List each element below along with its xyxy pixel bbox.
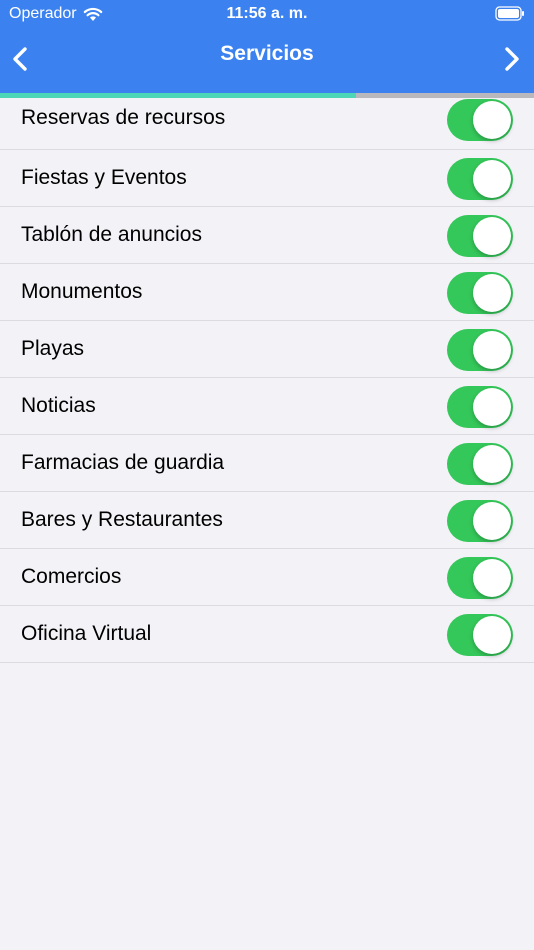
toggle-knob: [473, 559, 511, 597]
service-label: Bares y Restaurantes: [21, 508, 223, 531]
list-item: Oficina Virtual: [0, 606, 534, 663]
services-list: Reservas de recursos Fiestas y Eventos Tab…: [0, 93, 534, 663]
list-item: Bares y Restaurantes: [0, 492, 534, 549]
list-item: Monumentos: [0, 264, 534, 321]
service-label: Noticias: [21, 394, 96, 417]
toggle-knob: [473, 388, 511, 426]
forward-button[interactable]: [498, 44, 526, 78]
service-label: Fiestas y Eventos: [21, 166, 187, 189]
service-toggle[interactable]: [447, 443, 513, 485]
toggle-knob: [473, 217, 511, 255]
service-label: Reservas de recursos: [21, 106, 226, 129]
service-toggle[interactable]: [447, 614, 513, 656]
battery-icon: [495, 6, 525, 21]
list-item: Tablón de anuncios: [0, 207, 534, 264]
service-toggle[interactable]: [447, 386, 513, 428]
chevron-right-icon: [503, 46, 521, 77]
list-item: Playas: [0, 321, 534, 378]
status-time: 11:56 a. m.: [226, 5, 308, 22]
toggle-knob: [473, 160, 511, 198]
service-label: Tablón de anuncios: [21, 223, 202, 246]
toggle-knob: [473, 502, 511, 540]
service-label: Playas: [21, 337, 85, 360]
page-title: Servicios: [220, 42, 314, 65]
service-toggle[interactable]: [447, 557, 513, 599]
toggle-knob: [473, 616, 511, 654]
toggle-knob: [473, 274, 511, 312]
service-toggle[interactable]: [447, 158, 513, 200]
header: Operador 11:56 a. m. Servicios: [0, 0, 534, 93]
service-toggle[interactable]: [447, 99, 513, 141]
toggle-knob: [473, 445, 511, 483]
service-label: Oficina Virtual: [21, 622, 152, 645]
nav-bar: Servicios: [0, 30, 534, 90]
list-item: Fiestas y Eventos: [0, 150, 534, 207]
status-bar: Operador 11:56 a. m.: [0, 0, 534, 28]
service-label: Farmacias de guardia: [21, 451, 225, 474]
service-label: Monumentos: [21, 280, 143, 303]
list-item: Noticias: [0, 378, 534, 435]
list-item: Comercios: [0, 549, 534, 606]
service-toggle[interactable]: [447, 500, 513, 542]
service-toggle[interactable]: [447, 329, 513, 371]
service-toggle[interactable]: [447, 215, 513, 257]
service-label: Comercios: [21, 565, 122, 588]
service-toggle[interactable]: [447, 272, 513, 314]
toggle-knob: [473, 101, 511, 139]
list-item: Farmacias de guardia: [0, 435, 534, 492]
toggle-knob: [473, 331, 511, 369]
list-item: Reservas de recursos: [0, 93, 534, 150]
